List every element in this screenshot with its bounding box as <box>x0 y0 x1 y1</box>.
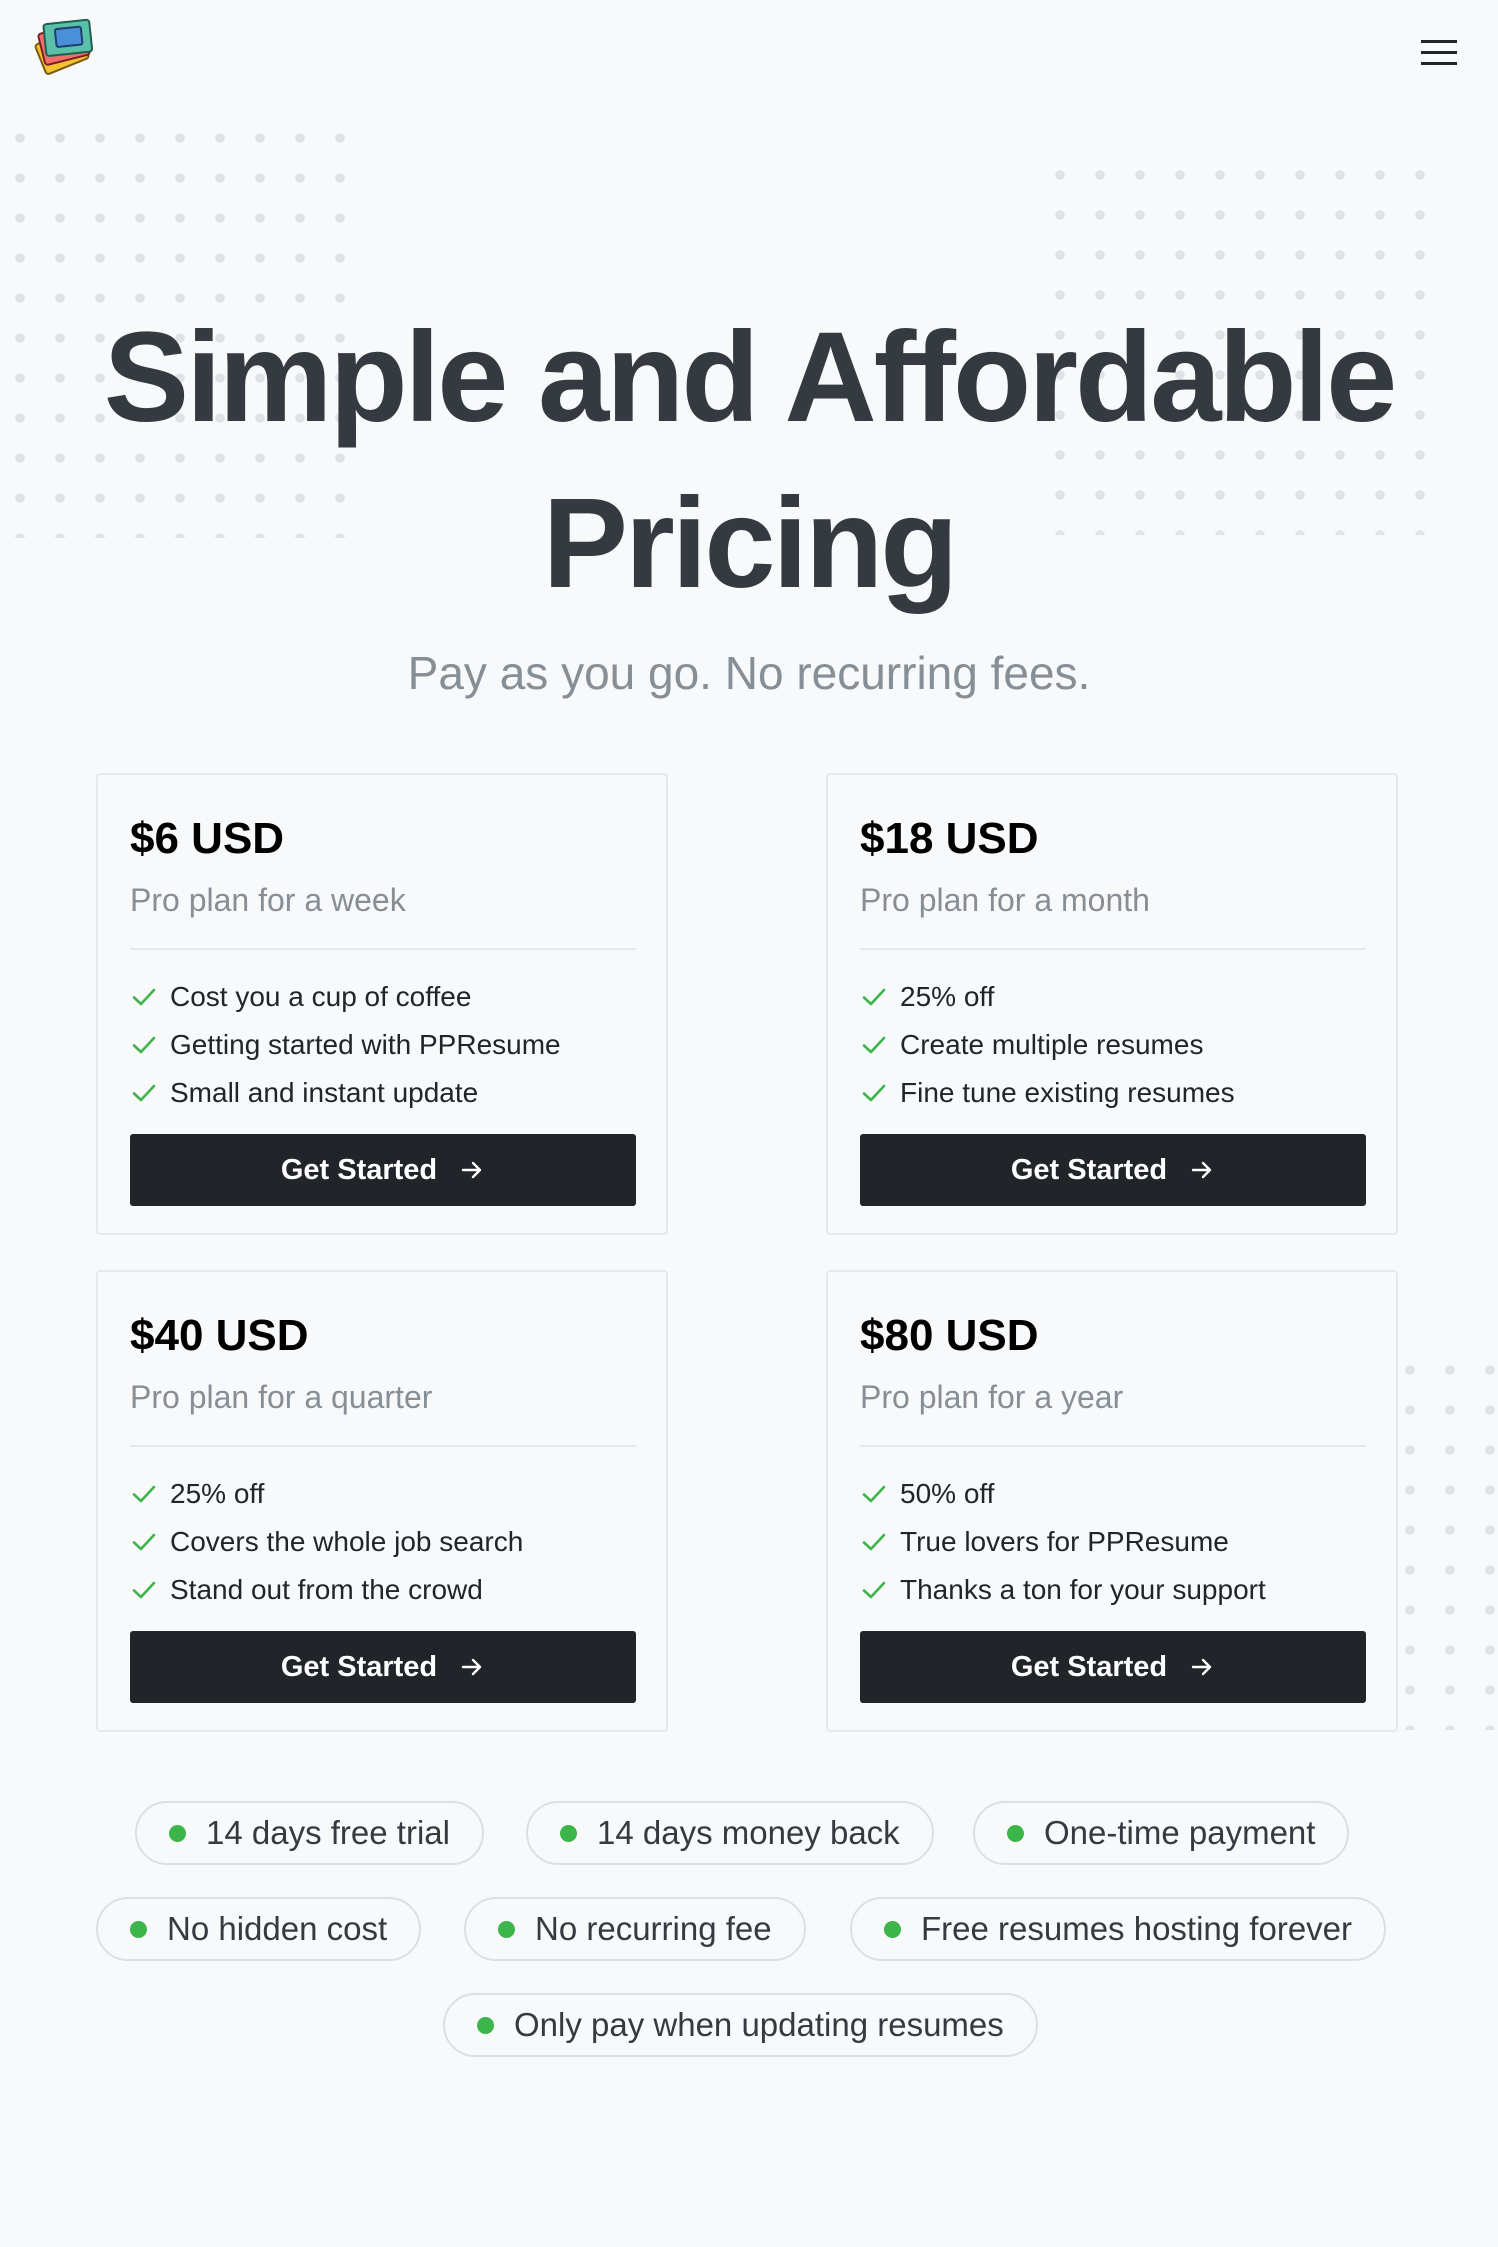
hamburger-menu-button[interactable] <box>1410 34 1468 72</box>
plan-feature: Stand out from the crowd <box>130 1566 523 1614</box>
plan-feature-text: True lovers for PPResume <box>900 1526 1229 1557</box>
status-dot-icon <box>560 1824 577 1842</box>
plan-feature-text: Fine tune existing resumes <box>900 1077 1235 1108</box>
get-started-button[interactable]: Get Started <box>860 1631 1366 1703</box>
page-subtitle: Pay as you go. No recurring fees. <box>407 647 1091 699</box>
pricing-card-year: $80 USD Pro plan for a year 50% off True… <box>826 1270 1398 1732</box>
divider <box>130 948 636 950</box>
pricing-card-month: $18 USD Pro plan for a month 25% off Cre… <box>826 773 1398 1235</box>
check-icon <box>862 1581 886 1599</box>
feature-badge: Only pay when updating resumes <box>443 1993 1038 2057</box>
logo-link[interactable] <box>30 14 100 78</box>
check-icon <box>862 1485 886 1503</box>
check-icon <box>132 1581 156 1599</box>
arrow-right-icon <box>461 1161 482 1179</box>
plan-description: Pro plan for a quarter <box>130 1379 433 1415</box>
check-icon <box>862 1036 886 1054</box>
plan-feature: Fine tune existing resumes <box>860 1069 1235 1117</box>
plan-feature-list: Cost you a cup of coffee Getting started… <box>130 973 561 1117</box>
plan-feature-text: 50% off <box>900 1478 995 1509</box>
plan-feature-list: 25% off Create multiple resumes Fine tun… <box>860 973 1235 1117</box>
get-started-label: Get Started <box>280 1153 438 1186</box>
plan-feature-text: Covers the whole job search <box>170 1526 524 1557</box>
plan-description: Pro plan for a month <box>860 882 1150 918</box>
feature-badge: One-time payment <box>973 1801 1350 1865</box>
feature-badge-label: 14 days money back <box>597 1814 900 1851</box>
pricing-card-week: $6 USD Pro plan for a week Cost you a cu… <box>96 773 668 1235</box>
plan-feature: Cost you a cup of coffee <box>130 973 561 1021</box>
site-header <box>0 0 1498 108</box>
divider <box>860 948 1366 950</box>
feature-badge: No hidden cost <box>96 1897 422 1961</box>
ppresume-logo-icon <box>34 18 94 75</box>
arrow-right-icon <box>461 1658 482 1676</box>
page-title-line: Simple and Affordable <box>103 306 1398 449</box>
get-started-button[interactable]: Get Started <box>130 1134 636 1206</box>
plan-feature: 25% off <box>860 973 1235 1021</box>
plan-feature: Small and instant update <box>130 1069 561 1117</box>
feature-badge: 14 days free trial <box>135 1801 484 1865</box>
divider <box>130 1445 636 1447</box>
plan-feature-text: Stand out from the crowd <box>170 1574 483 1605</box>
plan-feature-text: Getting started with PPResume <box>170 1029 561 1060</box>
plan-feature-text: 25% off <box>170 1478 265 1509</box>
status-dot-icon <box>1007 1824 1024 1842</box>
feature-badge-label: 14 days free trial <box>206 1814 450 1851</box>
plan-feature-text: 25% off <box>900 981 995 1012</box>
plan-price: $18 USD <box>860 814 1039 863</box>
get-started-label: Get Started <box>1010 1650 1168 1683</box>
plan-description: Pro plan for a week <box>130 882 406 918</box>
feature-badge-label: One-time payment <box>1044 1814 1316 1851</box>
plan-price: $80 USD <box>860 1311 1039 1360</box>
arrow-right-icon <box>1191 1161 1212 1179</box>
check-icon <box>132 1084 156 1102</box>
plan-feature: Create multiple resumes <box>860 1021 1235 1069</box>
page-title: Simple and Affordable Pricing <box>0 295 1498 627</box>
plan-feature: 50% off <box>860 1470 1266 1518</box>
get-started-label: Get Started <box>280 1650 438 1683</box>
status-dot-icon <box>884 1920 901 1938</box>
feature-badge-label: Only pay when updating resumes <box>514 2006 1004 2043</box>
get-started-label: Get Started <box>1010 1153 1168 1186</box>
plan-feature: Thanks a ton for your support <box>860 1566 1266 1614</box>
plan-feature-text: Small and instant update <box>170 1077 479 1108</box>
plan-feature: Covers the whole job search <box>130 1518 523 1566</box>
hamburger-menu-icon <box>1421 40 1457 65</box>
status-dot-icon <box>130 1920 147 1938</box>
plan-feature: True lovers for PPResume <box>860 1518 1266 1566</box>
plan-price: $40 USD <box>130 1311 309 1360</box>
plan-feature-text: Cost you a cup of coffee <box>170 981 472 1012</box>
divider <box>860 1445 1366 1447</box>
check-icon <box>862 1533 886 1551</box>
get-started-button[interactable]: Get Started <box>860 1134 1366 1206</box>
feature-badge-label: No recurring fee <box>535 1910 772 1947</box>
get-started-button[interactable]: Get Started <box>130 1631 636 1703</box>
feature-badge: No recurring fee <box>464 1897 806 1961</box>
pricing-card-quarter: $40 USD Pro plan for a quarter 25% off C… <box>96 1270 668 1732</box>
status-dot-icon <box>477 2016 494 2034</box>
check-icon <box>132 1485 156 1503</box>
plan-feature: Getting started with PPResume <box>130 1021 561 1069</box>
plan-description: Pro plan for a year <box>860 1379 1124 1415</box>
dot-pattern-decoration <box>1390 1350 1498 1730</box>
feature-badge: 14 days money back <box>526 1801 934 1865</box>
check-icon <box>862 1084 886 1102</box>
check-icon <box>132 988 156 1006</box>
plan-price: $6 USD <box>130 814 285 863</box>
check-icon <box>862 988 886 1006</box>
status-dot-icon <box>498 1920 515 1938</box>
feature-badge: Free resumes hosting forever <box>850 1897 1387 1961</box>
check-icon <box>132 1036 156 1054</box>
status-dot-icon <box>169 1824 186 1842</box>
plan-feature-list: 50% off True lovers for PPResume Thanks … <box>860 1470 1266 1614</box>
arrow-right-icon <box>1191 1658 1212 1676</box>
feature-badge-label: Free resumes hosting forever <box>921 1910 1353 1947</box>
check-icon <box>132 1533 156 1551</box>
page-title-line: Pricing <box>542 472 959 615</box>
plan-feature: 25% off <box>130 1470 523 1518</box>
plan-feature-list: 25% off Covers the whole job search Stan… <box>130 1470 523 1614</box>
plan-feature-text: Create multiple resumes <box>900 1029 1204 1060</box>
plan-feature-text: Thanks a ton for your support <box>900 1574 1266 1605</box>
feature-badge-label: No hidden cost <box>167 1910 388 1947</box>
